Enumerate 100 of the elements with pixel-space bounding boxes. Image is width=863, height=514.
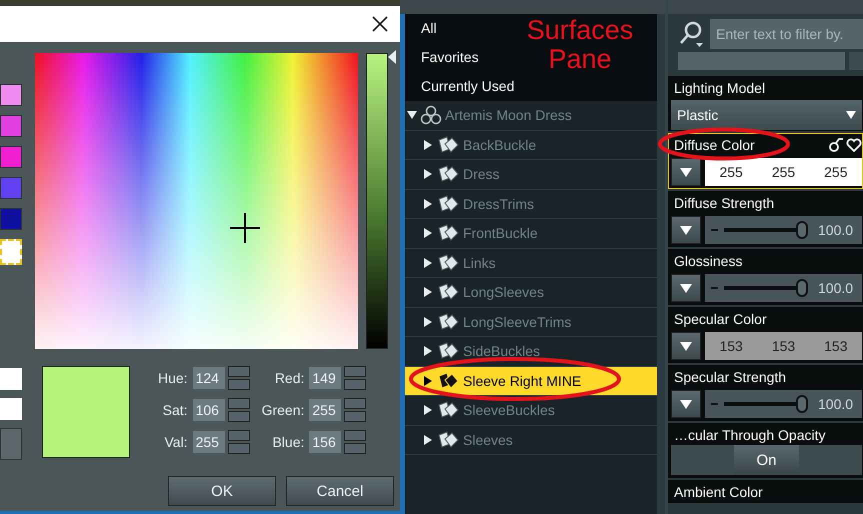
tree-item[interactable]: Links: [405, 248, 657, 278]
slider-reading: 100.0: [818, 222, 854, 238]
surface-icon: [436, 252, 460, 273]
tree-item[interactable]: SleeveBuckles: [405, 396, 657, 426]
menu-button[interactable]: [671, 390, 701, 418]
search-icon: [678, 20, 706, 48]
property-label: Ambient Color: [674, 484, 763, 500]
surface-icon: [436, 282, 460, 302]
menu-button[interactable]: [671, 274, 701, 302]
slider-thumb[interactable]: [796, 279, 808, 297]
color-field[interactable]: 255 255 255: [705, 158, 862, 186]
surface-icon: [436, 194, 460, 214]
property-label: Diffuse Color: [674, 136, 755, 152]
surface-icon: [436, 430, 460, 450]
color-swatch[interactable]: [0, 177, 22, 199]
property-label: …cular Through Opacity: [674, 426, 826, 442]
scrollbar[interactable]: [657, 14, 665, 514]
close-icon: [372, 16, 388, 32]
menu-button[interactable]: [671, 158, 701, 186]
filter-item[interactable]: Favorites: [421, 43, 479, 72]
color-swatch[interactable]: [0, 368, 22, 390]
expand-arrow-icon[interactable]: [423, 258, 433, 268]
tree-item[interactable]: LongSleeveTrims: [405, 308, 657, 337]
surface-icon: [436, 164, 460, 184]
ok-button[interactable]: OK: [168, 476, 276, 506]
expand-arrow-icon[interactable]: [423, 198, 433, 209]
expand-arrow-icon[interactable]: [407, 110, 417, 120]
toggle-button[interactable]: On: [734, 445, 799, 475]
color-swatch[interactable]: [0, 208, 22, 230]
slider-reading: 100.0: [818, 280, 854, 296]
number-field[interactable]: 149: [309, 367, 342, 389]
tree-item[interactable]: DressTrims: [405, 190, 657, 219]
property-label: Specular Color: [674, 310, 767, 326]
dialog-button[interactable]: [0, 428, 22, 460]
menu-button[interactable]: [671, 216, 701, 244]
surface-icon: [436, 134, 460, 155]
tree-item[interactable]: Artemis Moon Dress: [405, 101, 657, 130]
value-marker-icon: [388, 50, 396, 64]
annotation-text: Surfaces Pane: [526, 16, 634, 74]
surface-icon: [436, 312, 460, 332]
surface-icon: [436, 223, 460, 244]
expand-arrow-icon[interactable]: [423, 228, 433, 238]
color-swatch[interactable]: [0, 146, 22, 168]
filter-item[interactable]: Currently Used: [421, 72, 514, 101]
spinner[interactable]: [228, 430, 250, 454]
property-label: Diffuse Strength: [674, 194, 774, 210]
path-field[interactable]: [678, 52, 845, 70]
expand-arrow-icon[interactable]: [423, 169, 433, 180]
tree-item[interactable]: BackBuckle: [405, 130, 657, 160]
menu-button[interactable]: [671, 332, 701, 360]
filter-item[interactable]: All: [421, 14, 437, 43]
field-label: Sat:: [162, 402, 188, 418]
spinner[interactable]: [344, 366, 366, 390]
number-field[interactable]: 255: [192, 431, 225, 453]
field-label: Green:: [262, 402, 304, 418]
property-label: Lighting Model: [674, 80, 766, 96]
tree-item[interactable]: LongSleeves: [405, 278, 657, 308]
field-label: Hue:: [158, 370, 188, 386]
spinner[interactable]: [228, 398, 250, 422]
spinner[interactable]: [344, 398, 366, 422]
color-swatch[interactable]: [0, 84, 22, 106]
spinner[interactable]: [228, 366, 250, 390]
expand-arrow-icon[interactable]: [423, 376, 433, 386]
slider-thumb[interactable]: [796, 395, 808, 413]
color-swatch[interactable]: [0, 398, 22, 420]
number-field[interactable]: 156: [309, 431, 342, 453]
expand-arrow-icon[interactable]: [423, 346, 433, 356]
surface-icon: [436, 400, 460, 420]
number-field[interactable]: 255: [309, 399, 342, 421]
tree-item[interactable]: FrontBuckle: [405, 219, 657, 248]
cancel-button[interactable]: Cancel: [286, 476, 394, 506]
value-bar[interactable]: [366, 53, 388, 349]
spinner[interactable]: [344, 430, 366, 454]
expand-arrow-icon[interactable]: [423, 316, 433, 327]
crosshair-icon: [230, 213, 260, 243]
link-icon[interactable]: [828, 138, 844, 152]
expand-arrow-icon[interactable]: [423, 287, 433, 298]
number-field[interactable]: 124: [192, 367, 225, 389]
slider-reading: 100.0: [818, 396, 854, 412]
color-spectrum[interactable]: [35, 53, 358, 349]
expand-arrow-icon[interactable]: [423, 434, 433, 445]
expand-arrow-icon[interactable]: [423, 140, 433, 150]
property-label: Specular Strength: [674, 368, 786, 384]
dropdown[interactable]: Plastic: [671, 100, 862, 130]
slider-thumb[interactable]: [796, 221, 808, 239]
property-label: Glossiness: [674, 252, 742, 268]
color-swatch[interactable]: [0, 115, 22, 137]
expand-arrow-icon[interactable]: [423, 405, 433, 416]
field-label: Blue:: [272, 434, 304, 450]
field-label: Val:: [164, 434, 188, 450]
tree-item[interactable]: Sleeves: [405, 426, 657, 455]
close-button[interactable]: [370, 14, 390, 34]
caret-icon: [846, 111, 856, 119]
tree-item[interactable]: Dress: [405, 160, 657, 190]
heart-icon[interactable]: [846, 138, 862, 152]
color-field[interactable]: 153 153 153: [705, 332, 862, 360]
surface-icon: [436, 341, 460, 362]
field-label: Red:: [274, 370, 304, 386]
number-field[interactable]: 106: [192, 399, 225, 421]
figure-icon: [420, 105, 442, 126]
